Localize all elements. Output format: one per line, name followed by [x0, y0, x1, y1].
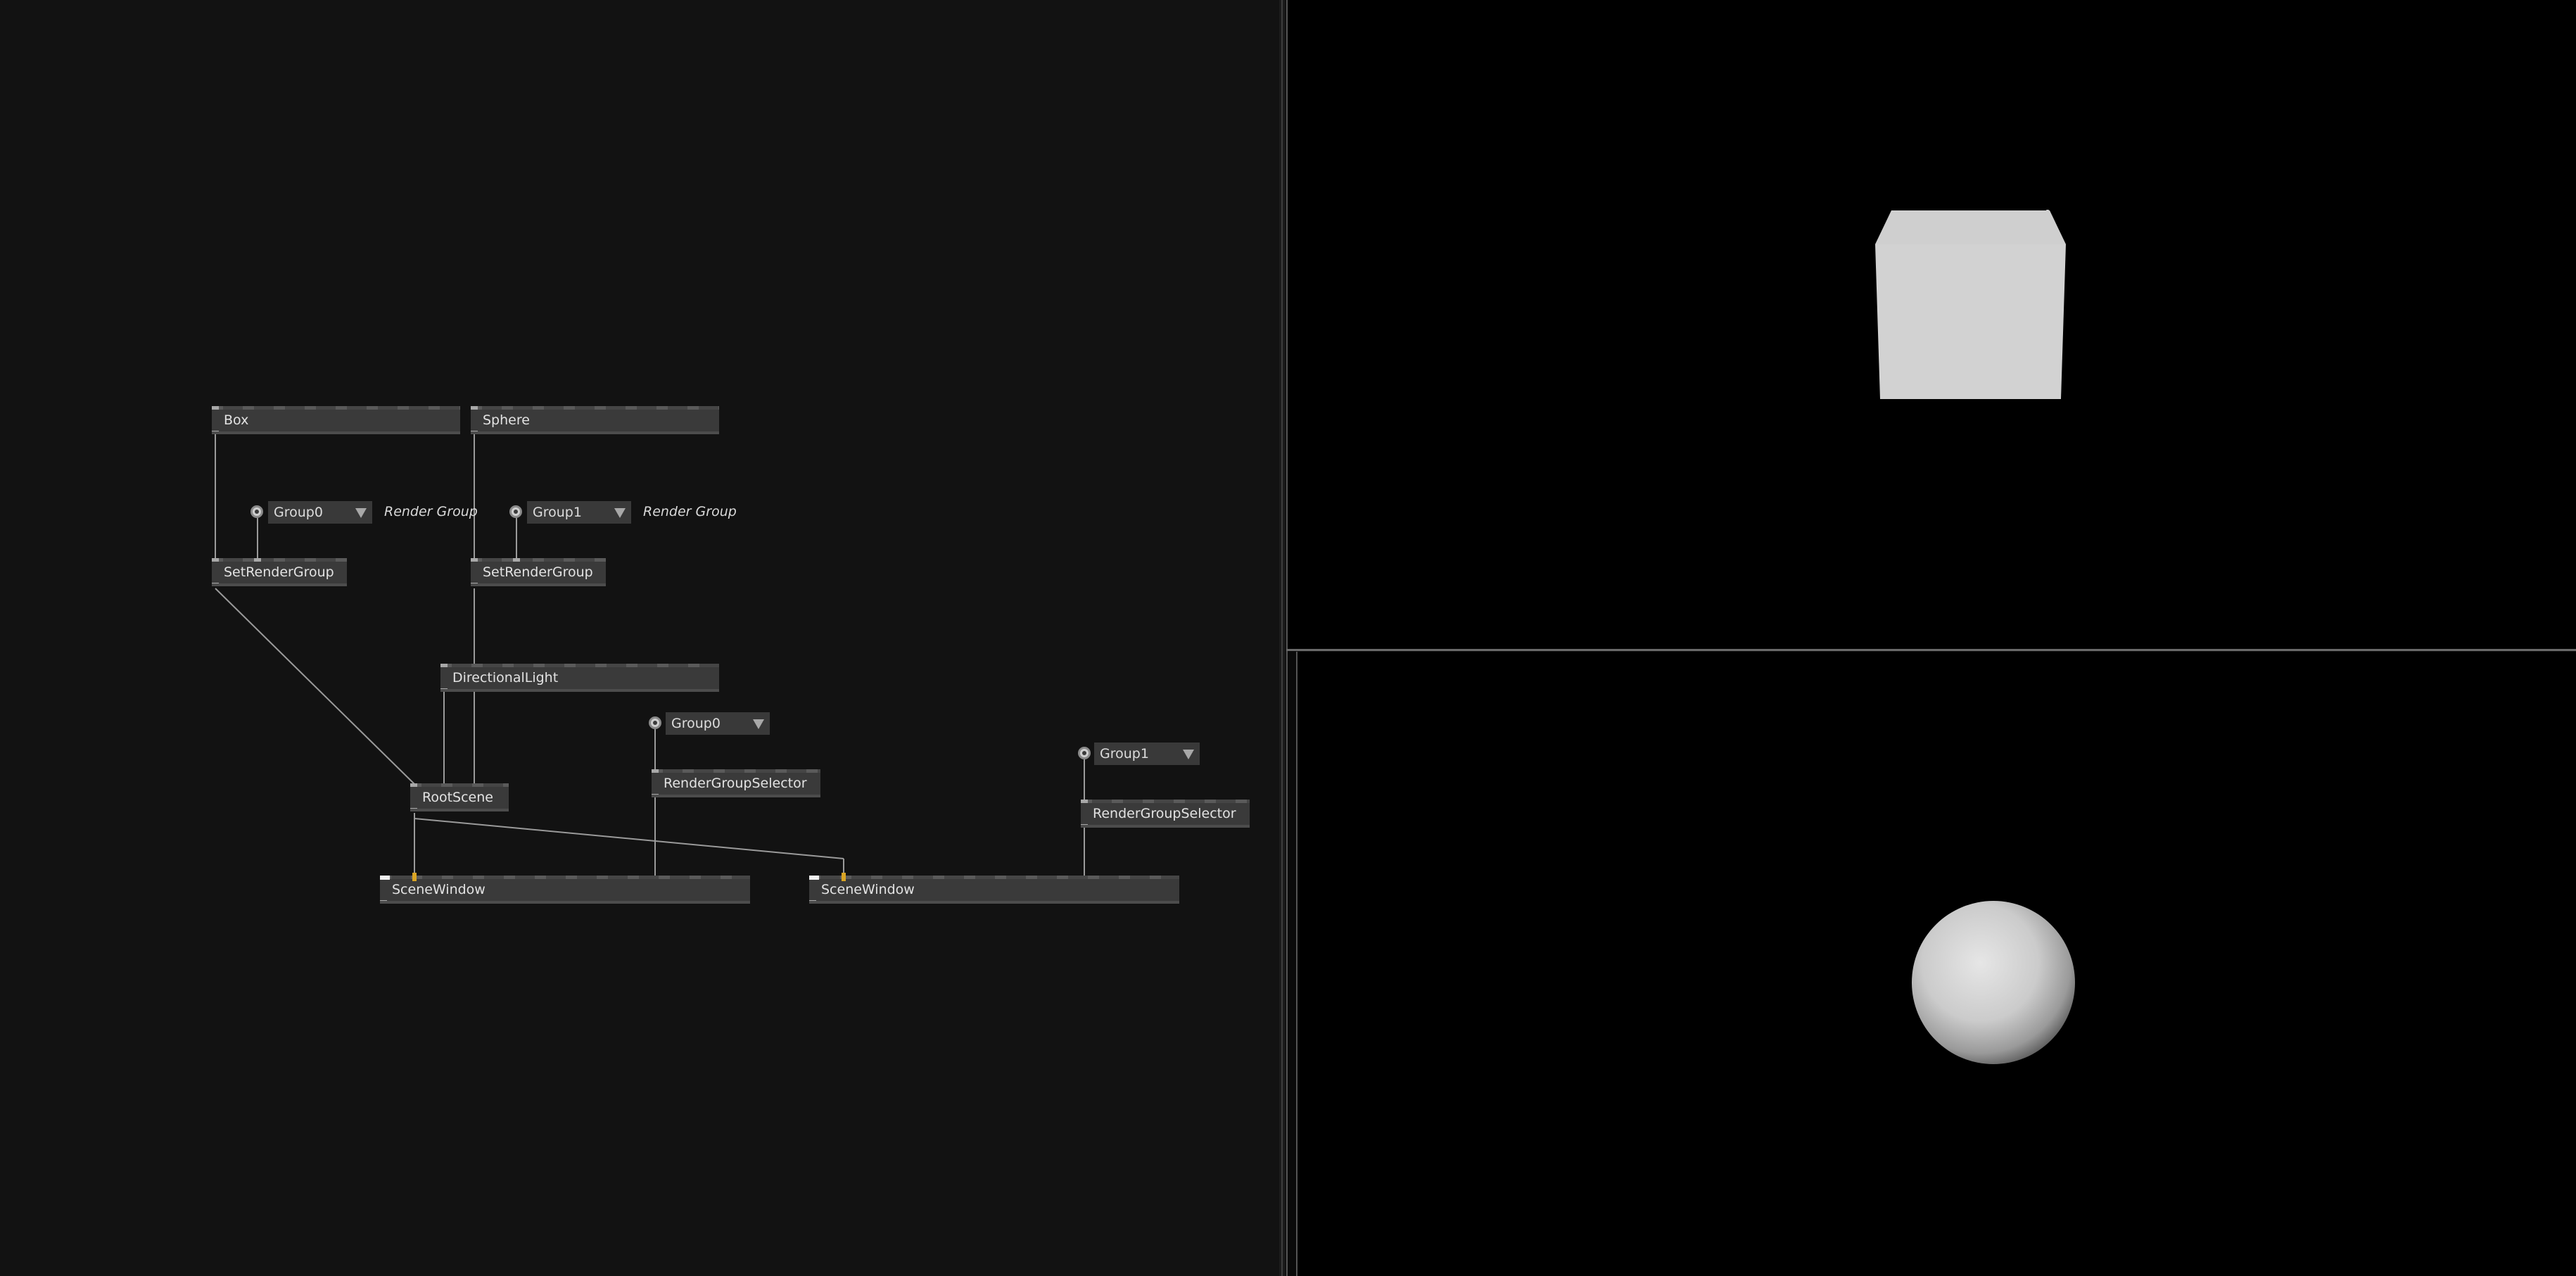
scenewindow-0-scene-pin[interactable]: [412, 873, 417, 881]
group-selector-dropdown-1[interactable]: Group1: [1094, 743, 1200, 765]
chevron-down-icon: [1183, 750, 1194, 759]
setrendergroup-node-0-label: SetRenderGroup: [224, 564, 334, 580]
panel-divider[interactable]: [1279, 0, 1285, 1276]
box-front-face: [1875, 244, 2066, 399]
rendergroupselector-node-0[interactable]: RenderGroupSelector: [652, 769, 820, 797]
setrendergroup-0-outport[interactable]: [212, 583, 219, 586]
rendergroupselector-0-outport[interactable]: [652, 794, 659, 797]
group-selector-dropdown-1-value: Group1: [1100, 746, 1149, 762]
rendergroupselector-0-inport[interactable]: [652, 769, 659, 773]
chevron-down-icon: [355, 508, 367, 518]
setrendergroup-node-0[interactable]: SetRenderGroup: [212, 558, 347, 586]
render-group-dropdown-0[interactable]: Group0: [268, 501, 372, 524]
rendergroupselector-node-1-label: RenderGroupSelector: [1093, 806, 1236, 821]
render-viewport-top[interactable]: [1286, 0, 2576, 649]
render-group-dropdown-0-value: Group0: [274, 505, 323, 520]
rootscene-node-label: RootScene: [422, 790, 493, 805]
scenewindow-1-scene-pin[interactable]: [842, 873, 846, 881]
node-graph-panel[interactable]: Box Sphere Group0 Render Group Group1 Re…: [0, 0, 1279, 1276]
directionallight-inport[interactable]: [440, 664, 448, 667]
directionallight-node-label: DirectionalLight: [452, 670, 559, 686]
box-inport[interactable]: [212, 406, 219, 410]
setrendergroup-node-1[interactable]: SetRenderGroup: [471, 558, 606, 586]
box-node-label: Box: [224, 412, 249, 428]
sphere-shape: [1912, 901, 2075, 1064]
wire-setrendergroup0-to-rootscene: [215, 588, 416, 785]
setrendergroup-1-outport[interactable]: [471, 583, 478, 586]
group0-param-radio[interactable]: [250, 505, 263, 518]
directionallight-node[interactable]: DirectionalLight: [440, 664, 719, 692]
sphere-render: [1912, 901, 2075, 1064]
render-viewport-bottom[interactable]: [1296, 652, 2576, 1276]
render-group-dropdown-1-value: Group1: [533, 505, 582, 520]
box-render: [1875, 210, 2066, 399]
directionallight-outport[interactable]: [440, 688, 448, 692]
scenewindow-1-inport[interactable]: [809, 876, 819, 880]
render-group-dropdown-1[interactable]: Group1: [527, 501, 631, 524]
selector1-param-radio[interactable]: [1078, 747, 1091, 759]
scenewindow-node-0-label: SceneWindow: [392, 882, 486, 897]
viewport-frame-edge: [1286, 651, 1296, 1276]
chevron-down-icon: [753, 719, 764, 729]
rootscene-inport[interactable]: [410, 783, 417, 787]
sphere-inport[interactable]: [471, 406, 478, 410]
connection-wires: [215, 434, 1085, 878]
sphere-outport[interactable]: [471, 431, 478, 434]
rendergroupselector-1-inport[interactable]: [1081, 800, 1088, 803]
setrendergroup-1-inport[interactable]: [471, 558, 478, 562]
box-top-face: [1875, 210, 2066, 244]
box-outport[interactable]: [212, 431, 219, 434]
sphere-node-label: Sphere: [483, 412, 530, 428]
sphere-node[interactable]: Sphere: [471, 406, 719, 434]
rendergroupselector-node-1[interactable]: RenderGroupSelector: [1081, 800, 1250, 828]
render-group-param-label-1: Render Group: [643, 504, 737, 519]
chevron-down-icon: [614, 508, 626, 518]
wire-rootscene-to-scenewindow1: [414, 818, 844, 859]
group1-param-radio[interactable]: [509, 505, 522, 518]
box-node[interactable]: Box: [212, 406, 460, 434]
setrendergroup-0-group-port[interactable]: [254, 558, 261, 562]
setrendergroup-1-group-port[interactable]: [513, 558, 520, 562]
setrendergroup-0-inport[interactable]: [212, 558, 219, 562]
selector0-param-radio[interactable]: [649, 716, 661, 729]
setrendergroup-node-1-label: SetRenderGroup: [483, 564, 593, 580]
scenewindow-node-1[interactable]: SceneWindow: [809, 873, 1179, 904]
scenewindow-1-outport[interactable]: [809, 900, 816, 904]
rootscene-node[interactable]: RootScene: [410, 783, 509, 811]
viewport-separator[interactable]: [1286, 649, 2576, 651]
rendergroupselector-1-outport[interactable]: [1081, 824, 1088, 828]
scenewindow-0-inport[interactable]: [380, 876, 390, 880]
group-selector-dropdown-0-value: Group0: [671, 716, 721, 731]
render-group-param-label-0: Render Group: [384, 504, 478, 519]
scenewindow-node-1-label: SceneWindow: [821, 882, 915, 897]
group-selector-dropdown-0[interactable]: Group0: [666, 712, 770, 735]
scenewindow-node-0[interactable]: SceneWindow: [380, 873, 750, 904]
rendergroupselector-node-0-label: RenderGroupSelector: [664, 776, 807, 791]
scenewindow-0-outport[interactable]: [380, 900, 387, 904]
rootscene-outport[interactable]: [410, 808, 417, 811]
